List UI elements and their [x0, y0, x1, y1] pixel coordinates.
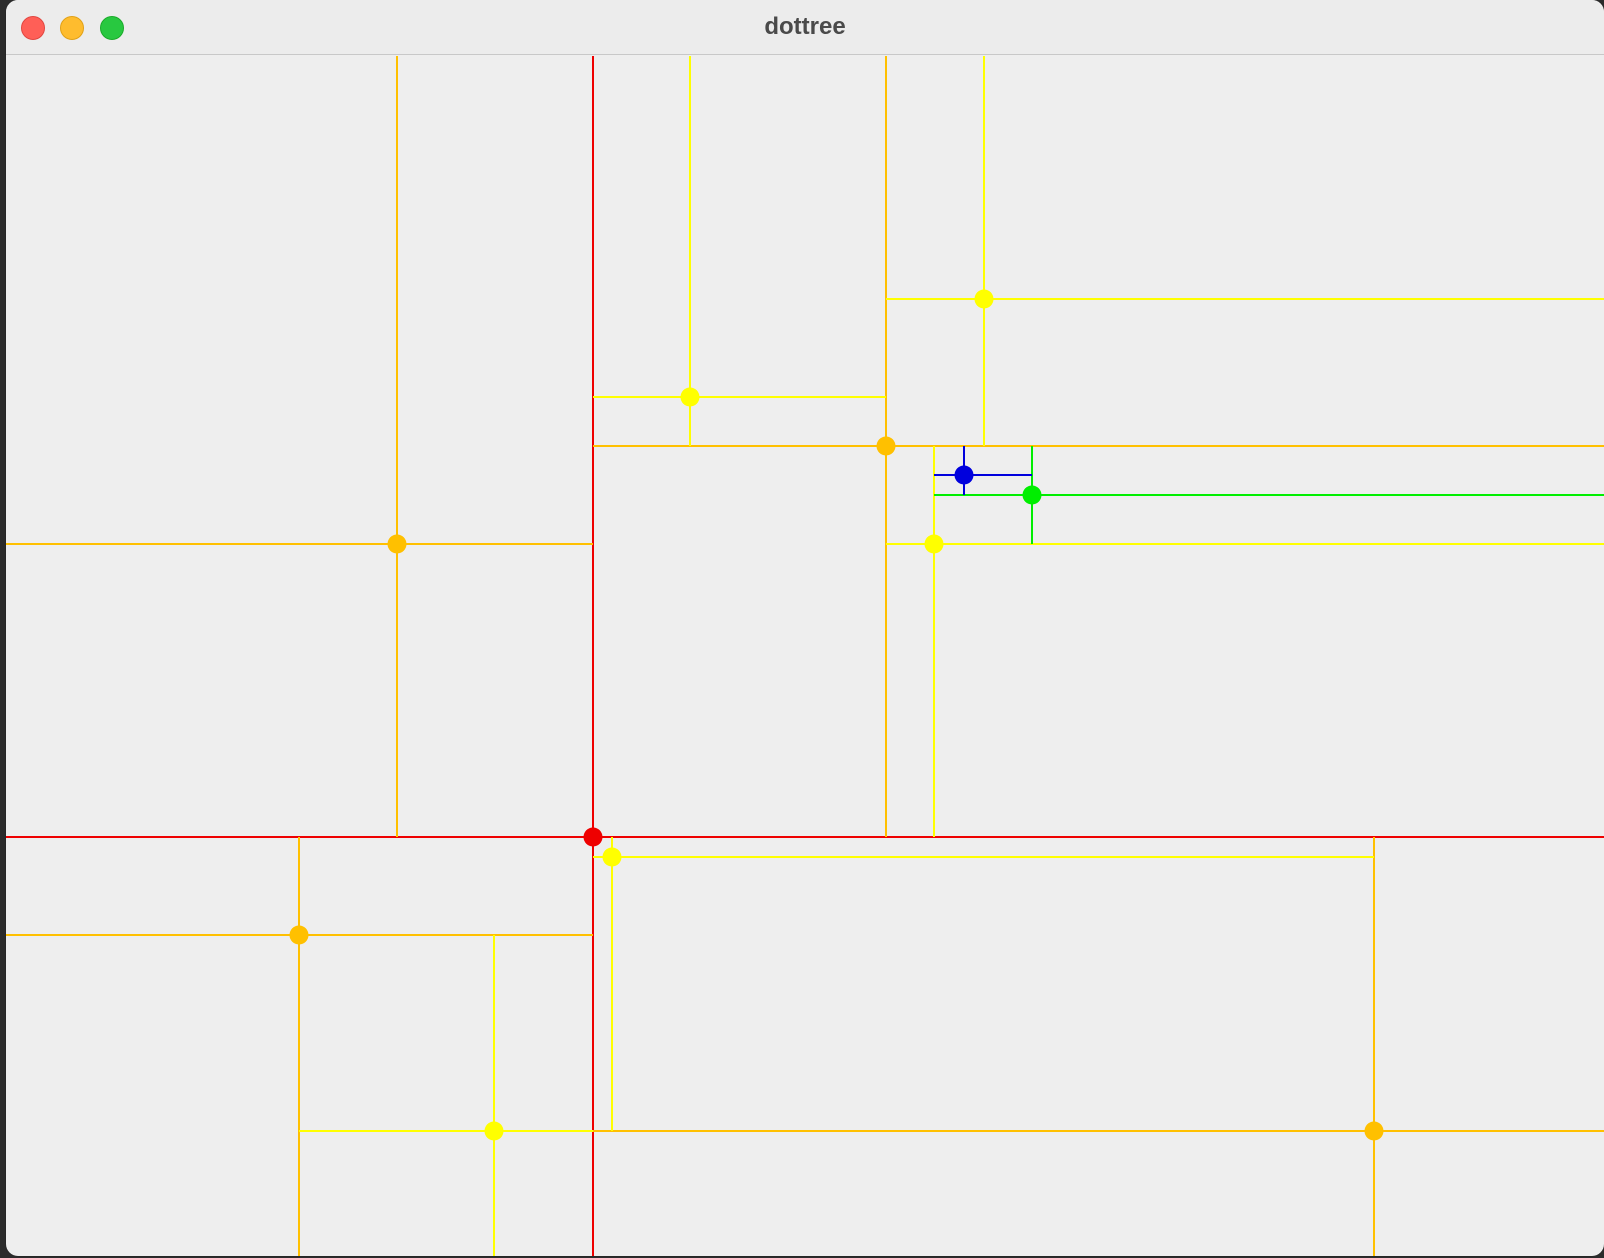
- title-bar[interactable]: dottree: [6, 0, 1604, 55]
- tree-node-level2-6[interactable]: [974, 289, 994, 309]
- tree-node-root-0[interactable]: [583, 827, 603, 847]
- tree-node-level1-3[interactable]: [289, 925, 309, 945]
- tree-node-level2-5[interactable]: [680, 387, 700, 407]
- tree-node-level2-7[interactable]: [924, 534, 944, 554]
- tree-node-level3-10[interactable]: [1022, 485, 1042, 505]
- window-title: dottree: [764, 13, 846, 40]
- tree-node-level2-8[interactable]: [602, 847, 622, 867]
- tree-node-level1-4[interactable]: [1364, 1121, 1384, 1141]
- app-window: dottree: [6, 0, 1604, 1256]
- tree-node-level2-9[interactable]: [484, 1121, 504, 1141]
- dottree-canvas[interactable]: [6, 56, 1604, 1256]
- tree-node-level1-2[interactable]: [876, 436, 896, 456]
- tree-node-level4-11[interactable]: [954, 465, 974, 485]
- tree-node-level1-1[interactable]: [387, 534, 407, 554]
- tree-drawing: [6, 56, 1604, 1256]
